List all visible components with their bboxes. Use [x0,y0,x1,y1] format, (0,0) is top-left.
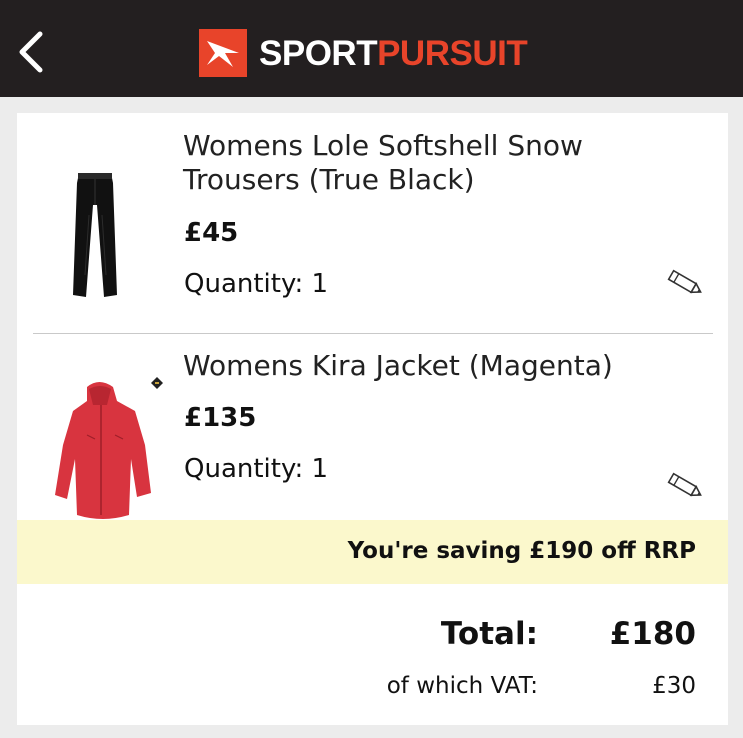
logo-text-sport: SPORT [259,33,378,73]
item-divider [33,333,713,334]
app-header: SPORTPURSUIT [0,0,743,97]
product-name[interactable]: Womens Kira Jacket (Magenta) [183,349,683,383]
chevron-left-icon [19,31,43,73]
cart-card: Womens Lole Softshell Snow Trousers (Tru… [17,113,728,725]
vat-value: £30 [652,673,696,699]
total-label: Total: [440,616,538,652]
product-quantity: Quantity: 1 [184,454,329,484]
product-thumbnail-jacket [55,377,163,519]
product-price: £135 [184,403,257,433]
logo-mark-icon [199,29,247,77]
sportpursuit-logo[interactable]: SPORTPURSUIT [199,29,528,77]
pencil-icon[interactable] [665,469,705,503]
product-name[interactable]: Womens Lole Softshell Snow Trousers (Tru… [183,129,683,197]
cart-item[interactable]: Womens Lole Softshell Snow Trousers (Tru… [17,113,728,334]
vat-label: of which VAT: [386,673,538,699]
savings-banner: You're saving £190 off RRP [17,520,728,584]
product-quantity: Quantity: 1 [184,269,329,299]
back-button[interactable] [10,26,54,78]
pencil-icon[interactable] [665,266,705,300]
logo-text-pursuit: PURSUIT [377,33,528,73]
logo-text: SPORTPURSUIT [259,33,528,73]
product-thumbnail-trousers [73,173,117,297]
savings-text: You're saving £190 off RRP [347,538,696,564]
cart-item[interactable]: Womens Kira Jacket (Magenta) £135 Quanti… [17,335,728,520]
product-price: £45 [184,218,239,248]
total-value: £180 [609,616,696,652]
